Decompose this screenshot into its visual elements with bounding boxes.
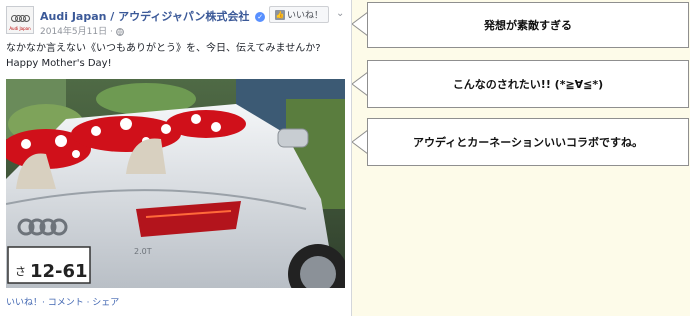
thumbs-up-icon: 👍 [274,9,285,20]
comment-text: こんなのされたい!! (*≧∀≦*) [452,78,604,91]
callout-pointer-2 [352,72,368,96]
message-line-2: Happy Mother's Day! [6,58,112,69]
comment-callout: アウディとカーネーションいいコラボですね。 [367,118,689,166]
callout-pointer-1 [352,12,368,36]
page-like-button[interactable]: 👍 いいね！ [269,6,329,23]
post-photo[interactable]: さ 12-61 2.0T [6,79,345,288]
comment-callout: 発想が素敵すぎる [367,2,689,48]
facebook-post: Audi Japan Audi Japan / アウディジャパン株式会社 ✓ 2… [0,0,352,316]
page-name-text[interactable]: Audi Japan / アウディジャパン株式会社 [40,10,249,23]
comment-text: アウディとカーネーションいいコラボですね。 [412,136,643,149]
engine-badge: 2.0T [134,247,152,256]
plate-region: さ [15,265,26,278]
comment-callout: こんなのされたい!! (*≧∀≦*) [367,60,689,108]
car-photo-illustration: さ 12-61 2.0T [6,79,345,288]
verified-badge-icon: ✓ [255,12,266,22]
page-avatar[interactable]: Audi Japan [6,6,34,34]
post-actions[interactable]: いいね！· コメント · シェア [6,295,119,308]
callout-pointer-3 [352,130,368,154]
like-button-label: いいね！ [286,11,323,21]
avatar-brand-text: Audi Japan [9,26,31,31]
comment-text: 発想が素敵すぎる [484,19,572,32]
plate-number: 12-61 [30,261,88,282]
message-line-1: なかなか言えない《いつもありがとう》を、今日、伝えてみませんか? [6,43,321,54]
audi-rings-icon [11,15,31,23]
globe-icon [115,27,124,36]
chevron-down-icon[interactable]: ⌄ [336,8,344,19]
post-meta: 2014年5月11日 · [40,24,124,37]
page-name-link[interactable]: Audi Japan / アウディジャパン株式会社 ✓ [40,8,266,24]
post-date[interactable]: 2014年5月11日 · [40,27,116,37]
post-message: なかなか言えない《いつもありがとう》を、今日、伝えてみませんか? Happy M… [6,41,346,71]
